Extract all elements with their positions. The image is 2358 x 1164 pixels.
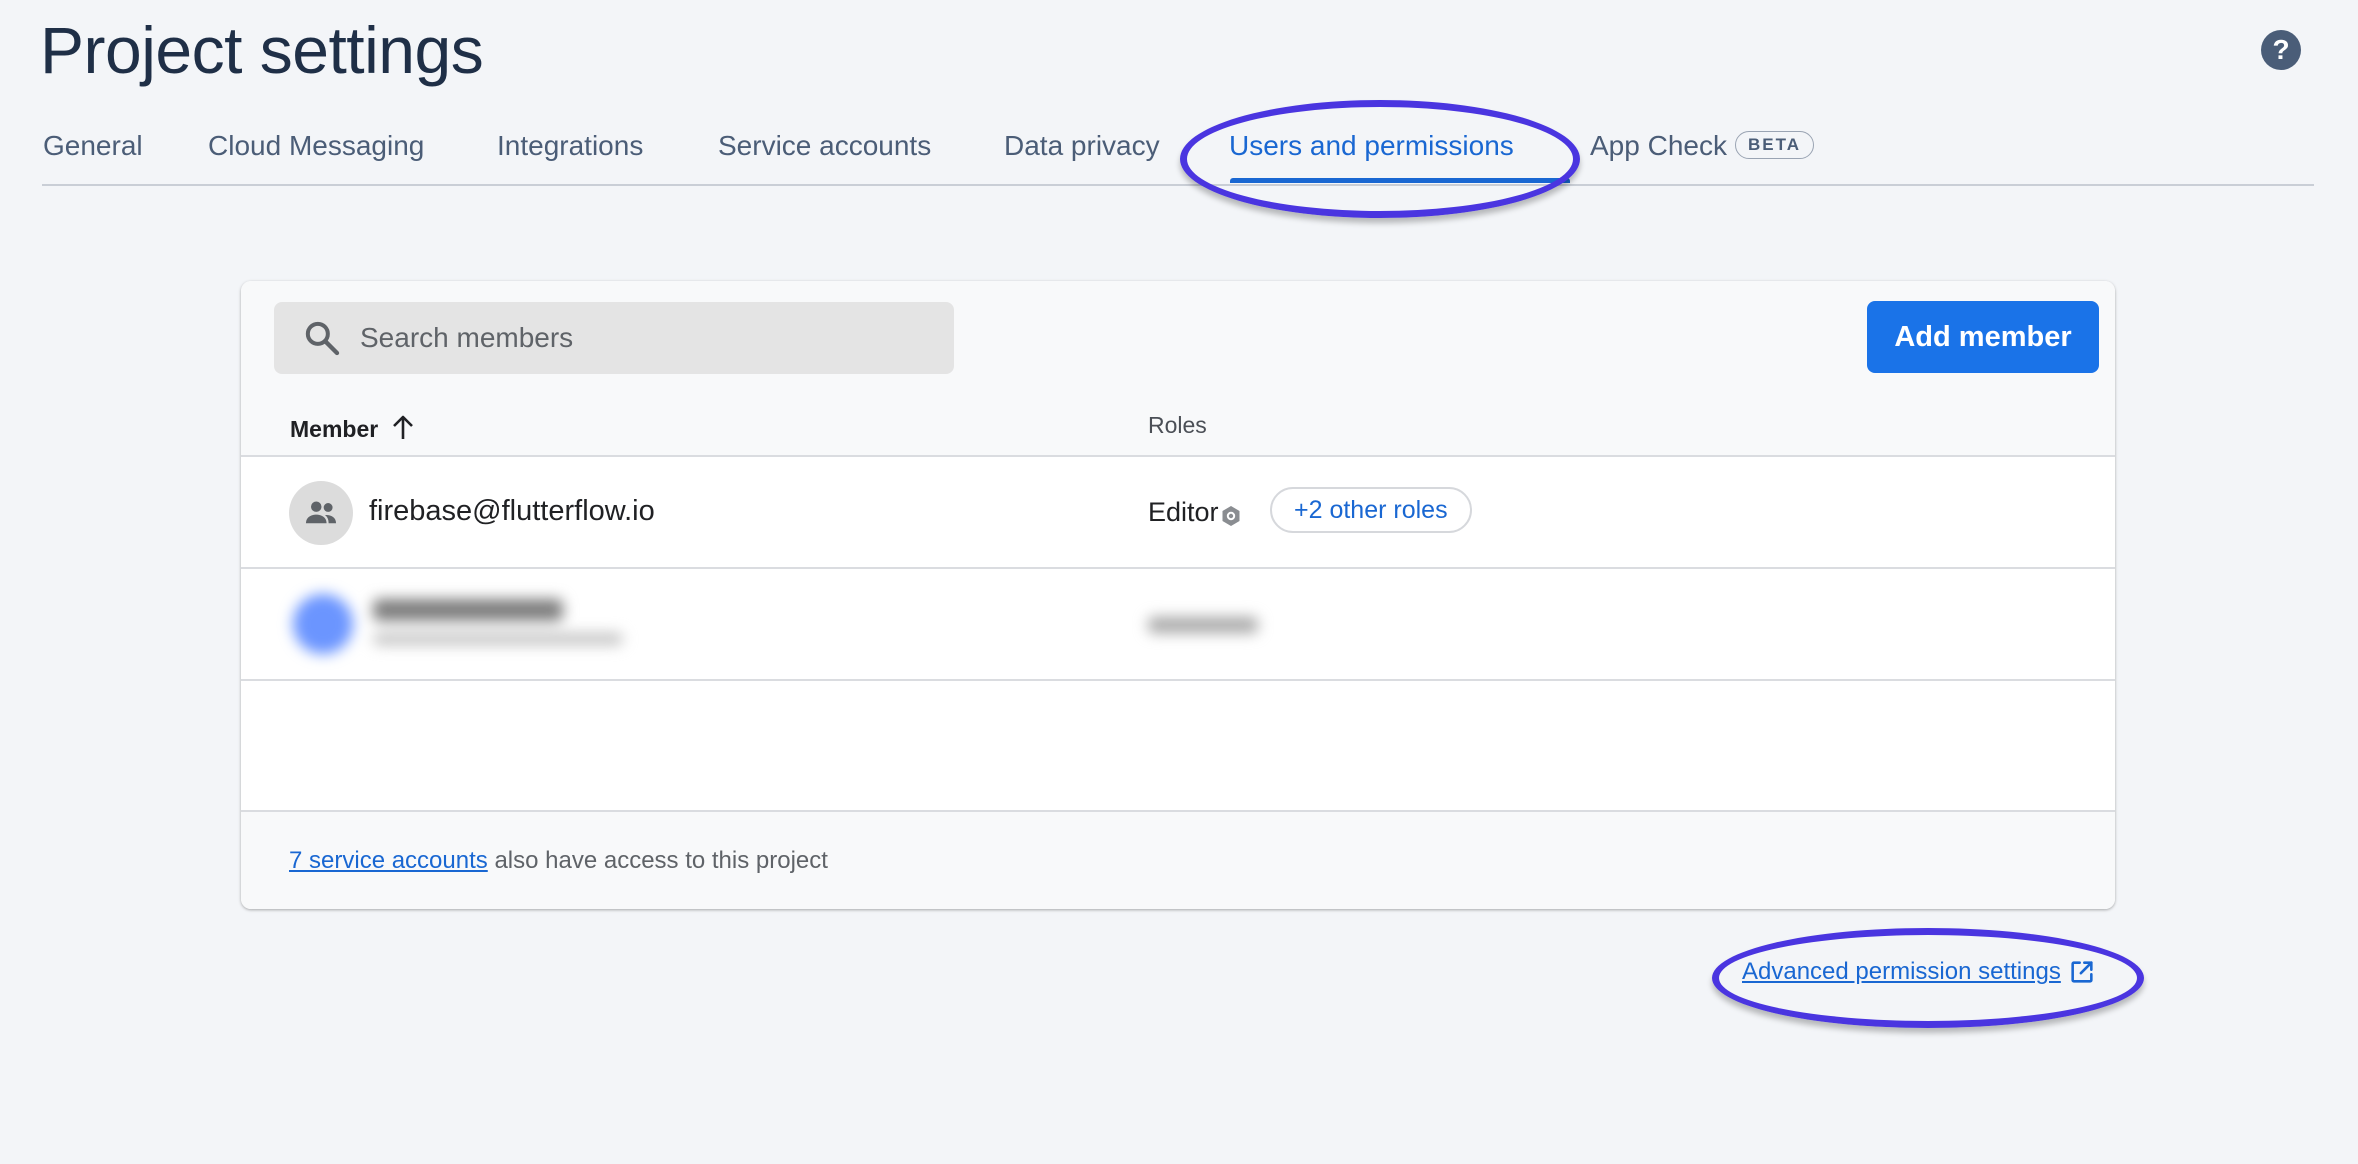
table-row: firebase@flutterflow.io Editor +2 other …	[241, 457, 2115, 567]
page-title: Project settings	[40, 13, 484, 87]
row-divider	[241, 679, 2115, 681]
add-member-button[interactable]: Add member	[1867, 301, 2099, 373]
advanced-permission-settings-link[interactable]: Advanced permission settings	[1742, 958, 2061, 986]
tab-cloud-messaging[interactable]: Cloud Messaging	[208, 130, 424, 162]
tab-app-check[interactable]: App Check BETA	[1590, 130, 1814, 162]
search-box	[274, 302, 954, 374]
redacted-name	[373, 599, 563, 621]
table-row-redacted	[241, 569, 2115, 679]
members-card: Add member Member Roles firebase@flutter…	[241, 281, 2115, 909]
tab-service-accounts[interactable]: Service accounts	[718, 130, 931, 162]
members-card-footer: 7 service accounts also have access to t…	[241, 810, 2115, 909]
arrow-up-icon[interactable]	[391, 415, 415, 441]
settings-tabs: General Cloud Messaging Integrations Ser…	[42, 112, 2314, 186]
tab-app-check-label: App Check	[1590, 130, 1727, 161]
search-input[interactable]	[360, 302, 940, 374]
footer-note-text: also have access to this project	[494, 847, 828, 874]
member-email: firebase@flutterflow.io	[369, 495, 655, 527]
active-tab-indicator	[1230, 178, 1570, 183]
project-settings-page: Project settings ? General Cloud Messagi…	[0, 0, 2358, 1164]
tab-integrations[interactable]: Integrations	[497, 130, 643, 162]
footer-note: 7 service accounts also have access to t…	[289, 847, 828, 875]
service-accounts-link[interactable]: 7 service accounts	[289, 847, 488, 874]
gear-icon	[1222, 506, 1240, 526]
avatar	[289, 481, 353, 545]
tab-data-privacy[interactable]: Data privacy	[1004, 130, 1160, 162]
tab-users-and-permissions[interactable]: Users and permissions	[1229, 130, 1514, 162]
open-in-new-icon[interactable]	[2068, 958, 2096, 986]
help-icon[interactable]: ?	[2261, 30, 2301, 70]
tab-general[interactable]: General	[43, 130, 143, 162]
column-header-member[interactable]: Member	[290, 416, 378, 443]
beta-badge: BETA	[1734, 130, 1814, 159]
redacted-role	[1148, 617, 1258, 633]
column-header-roles: Roles	[1148, 412, 1207, 438]
group-icon	[305, 501, 337, 524]
search-icon	[305, 321, 340, 356]
other-roles-chip[interactable]: +2 other roles	[1270, 487, 1472, 533]
role-label: Editor	[1148, 497, 1219, 527]
redacted-email	[373, 633, 623, 645]
avatar	[293, 594, 353, 654]
